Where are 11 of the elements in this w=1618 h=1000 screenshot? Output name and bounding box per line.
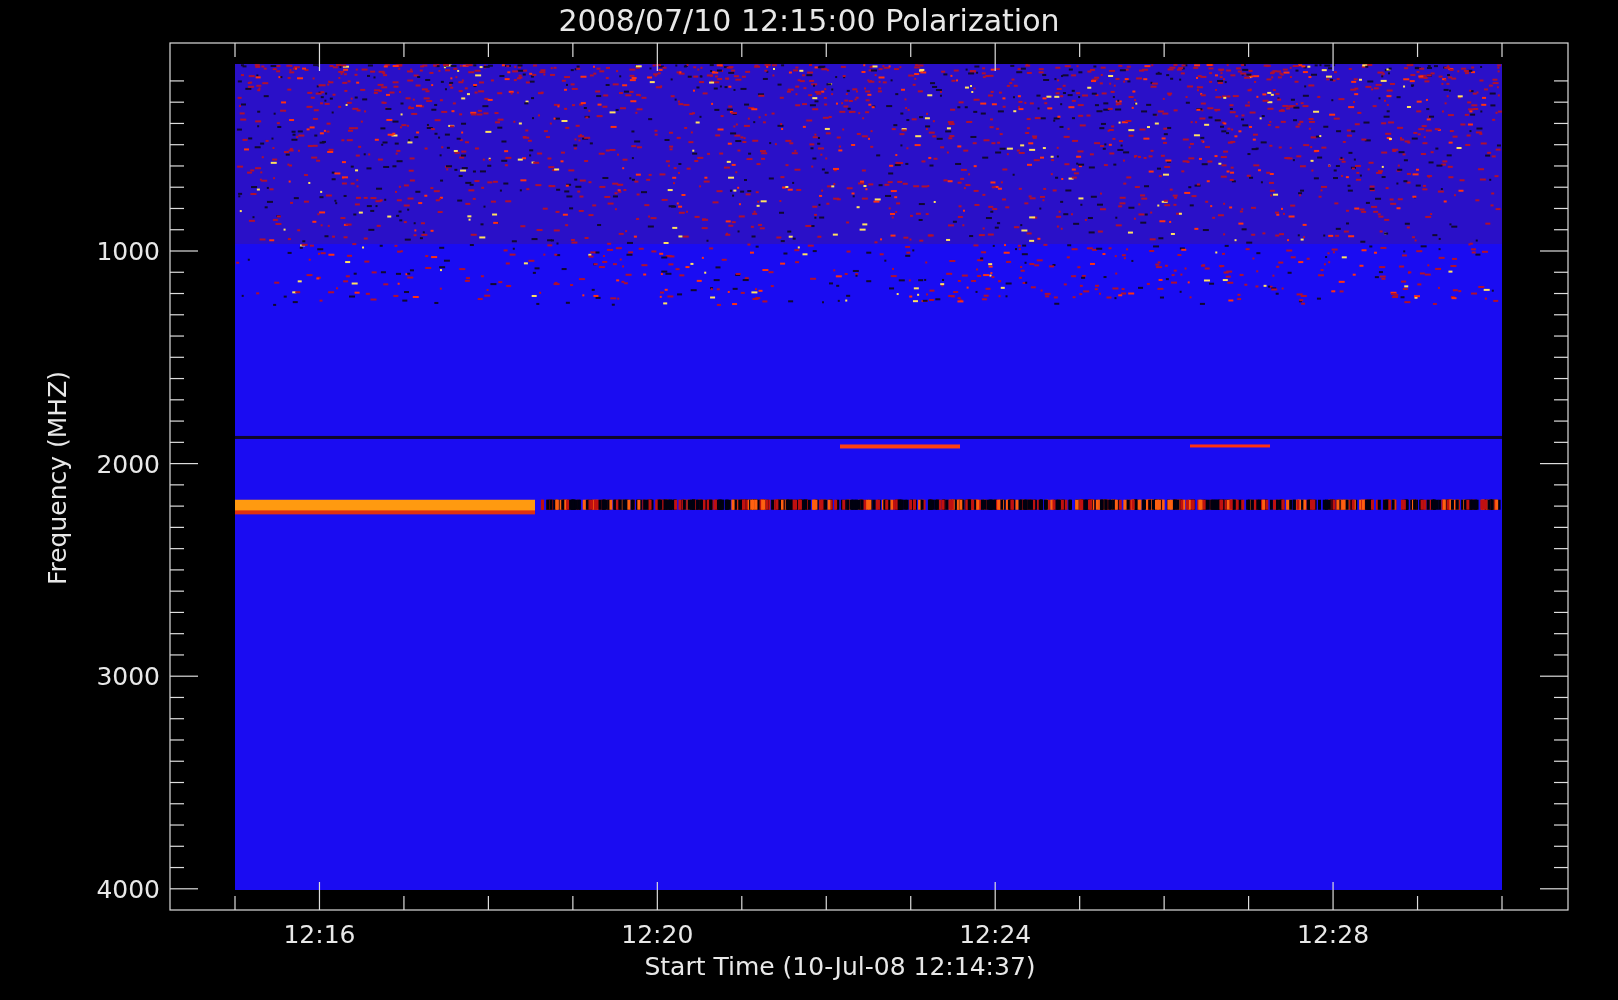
- y-tick-label: 4000: [96, 874, 160, 904]
- chart-title: 2008/07/10 12:15:00 Polarization: [558, 3, 1060, 38]
- y-axis-label: Frequency (MHZ): [43, 370, 72, 586]
- x-tick-label: 12:24: [959, 920, 1032, 949]
- x-axis-label: Start Time (10-Jul-08 12:14:37): [644, 952, 1036, 981]
- x-tick-label: 12:20: [621, 920, 694, 949]
- y-tick-label: 1000: [96, 237, 160, 266]
- x-tick-label: 12:28: [1297, 920, 1370, 949]
- y-tick-label: 2000: [96, 449, 160, 479]
- x-tick-label: 12:16: [283, 920, 356, 949]
- y-tick-label: 3000: [96, 662, 160, 692]
